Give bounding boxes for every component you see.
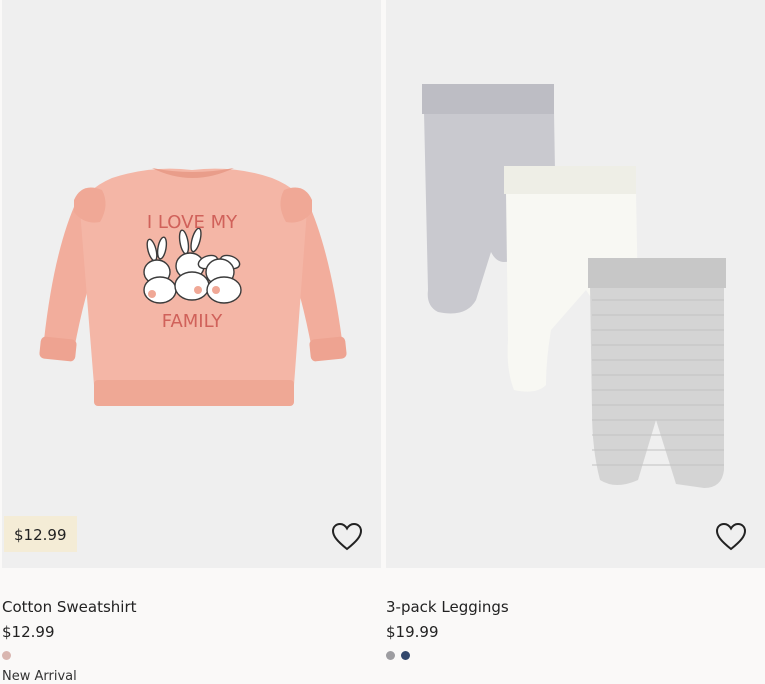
product-name[interactable]: Cotton Sweatshirt	[2, 598, 381, 616]
product-price: $12.99	[2, 623, 55, 641]
swatch-dark-blue[interactable]	[401, 651, 410, 660]
color-swatches	[2, 651, 381, 661]
product-name[interactable]: 3-pack Leggings	[386, 598, 765, 616]
swatch-grey[interactable]	[386, 651, 395, 660]
color-swatches	[386, 651, 765, 661]
heart-icon[interactable]	[331, 521, 363, 553]
swatch-light-pink[interactable]	[2, 651, 11, 660]
product-card-leggings[interactable]: 3-pack Leggings $19.99	[386, 0, 765, 661]
sweatshirt-image: I LOVE MY FAMILY	[39, 168, 347, 406]
product-image-leggings[interactable]	[386, 0, 765, 568]
graphic-text-line-2: FAMILY	[162, 311, 223, 332]
price-badge: $12.99	[4, 516, 77, 552]
product-price: $19.99	[386, 623, 439, 641]
leggings-image	[422, 84, 726, 488]
heart-icon[interactable]	[715, 521, 747, 553]
graphic-text-line-1: I LOVE MY	[147, 212, 238, 233]
product-image-sweatshirt[interactable]: I LOVE MY FAMILY $12.99	[2, 0, 381, 568]
product-card-sweatshirt[interactable]: I LOVE MY FAMILY $12.99 Cotton Sweatshir…	[2, 0, 381, 684]
